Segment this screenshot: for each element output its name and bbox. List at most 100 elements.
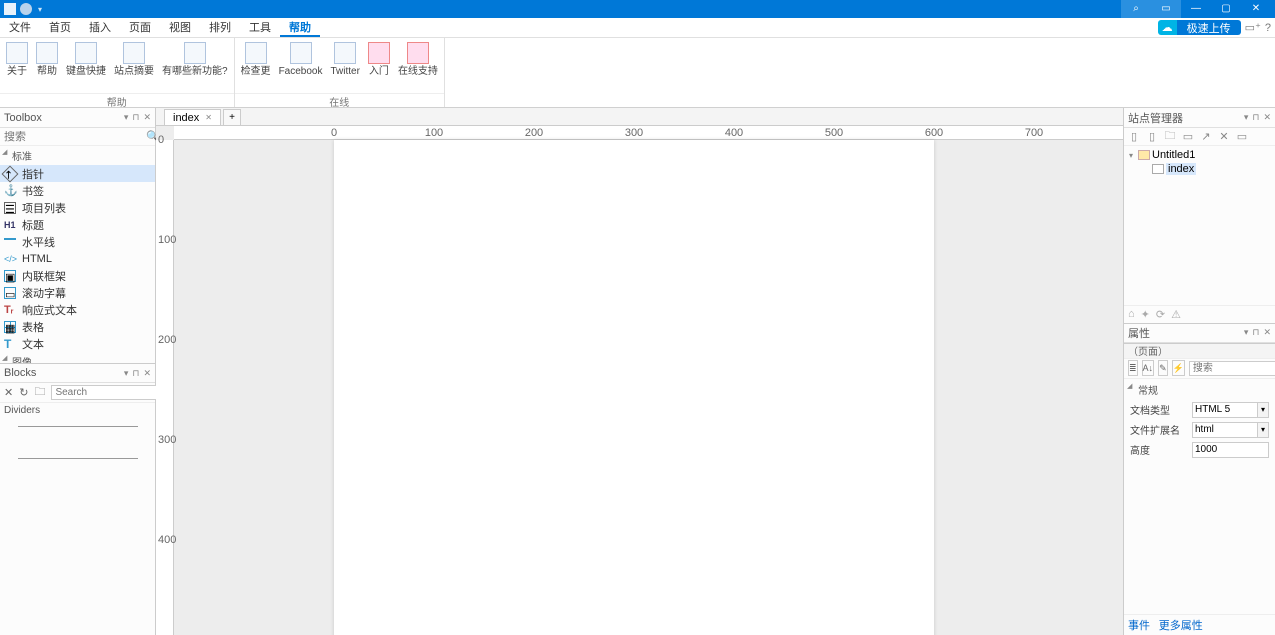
menu-item-插入[interactable]: 插入 [80,18,120,37]
toolbox-item-表格[interactable]: ▦表格 [0,318,155,335]
properties-link-more[interactable]: 更多属性 [1159,620,1203,632]
toolbox-item-响应式文本[interactable]: Tᵣ响应式文本 [0,301,155,318]
menu-item-帮助[interactable]: 帮助 [280,18,320,37]
tab-index[interactable]: index ✕ [164,109,221,125]
property-input[interactable] [1192,422,1257,438]
sitemanager-bottom-icon[interactable]: ⌂ [1128,308,1135,320]
properties-pin-icon[interactable]: ⊓ [1252,327,1259,338]
sitemanager-tool-icon[interactable]: ✕ [1217,130,1231,143]
sitemanager-tool-icon[interactable]: ▭ [1181,130,1195,143]
toolbox-item-标题[interactable]: H1标题 [0,216,155,233]
blocks-close-icon[interactable]: ✕ [143,368,151,379]
upload-button[interactable]: 极速上传 [1177,20,1241,35]
titlebar-search-button[interactable]: ⌕ [1121,0,1151,18]
properties-link-events[interactable]: 事件 [1128,620,1150,632]
ribbon-button-入门[interactable]: 入门 [364,40,394,93]
toolbox-item-书签[interactable]: ⚓书签 [0,182,155,199]
tab-close-icon[interactable]: ✕ [205,113,212,122]
properties-close-icon[interactable]: ✕ [1263,327,1271,338]
blocks-tool-icon[interactable]: 🗀 [34,383,45,402]
toolbox-item-文本[interactable]: T文本 [0,335,155,352]
window-maximize[interactable]: ▢ [1211,0,1241,18]
menu-end-icon[interactable]: ? [1265,22,1271,34]
page-surface[interactable] [334,140,934,635]
properties-tool-icon[interactable]: ✎ [1158,360,1168,376]
property-label: 文件扩展名 [1130,422,1188,437]
toolbox-item-label: 表格 [22,319,44,335]
sitemanager-tool-icon[interactable]: ▯ [1127,130,1141,143]
window-minimize[interactable]: — [1181,0,1211,18]
ribbon-button-站点摘要[interactable]: 站点摘要 [110,40,158,93]
sitemanager-close-icon[interactable]: ✕ [1263,112,1271,123]
toolbox-item-HTML[interactable]: </>HTML [0,250,155,267]
ribbon-button-Facebook[interactable]: Facebook [275,40,327,93]
ribbon-button-检查更[interactable]: 检查更 [237,40,275,93]
tree-item-index[interactable]: index [1126,162,1273,176]
sitemanager-dropdown-icon[interactable]: ▾ [1244,112,1249,123]
tab-add[interactable]: + [223,109,241,125]
blocks-dropdown-icon[interactable]: ▾ [124,368,129,379]
toolbox-item-内联框架[interactable]: ▣内联框架 [0,267,155,284]
properties-tool-icon[interactable]: ⚡ [1172,360,1185,376]
sitemanager-bottom-icon[interactable]: ⟳ [1156,308,1165,321]
toolbox-pin-icon[interactable]: ⊓ [132,112,139,123]
dropdown-icon[interactable]: ▾ [1257,402,1269,418]
window-close[interactable]: ✕ [1241,0,1271,18]
toolbox-item-label: 内联框架 [22,268,66,284]
menu-item-排列[interactable]: 排列 [200,18,240,37]
blocks-pin-icon[interactable]: ⊓ [132,368,139,379]
toolbox-item-滚动字幕[interactable]: ▭滚动字幕 [0,284,155,301]
ribbon-button-Twitter[interactable]: Twitter [326,40,363,93]
toolbox-item-项目列表[interactable]: ☰项目列表 [0,199,155,216]
menu-item-页面[interactable]: 页面 [120,18,160,37]
toolbox-search-input[interactable] [4,131,146,143]
qat-dropdown[interactable]: ▾ [38,5,42,14]
toolbox-item-水平线[interactable]: 水平线 [0,233,155,250]
toolbox-item-指针[interactable]: ↖指针 [0,165,155,182]
ribbon-button-有哪些新功能?[interactable]: 有哪些新功能? [158,40,232,93]
menu-item-视图[interactable]: 视图 [160,18,200,37]
ribbon-label: Facebook [279,66,323,77]
cloud-button[interactable]: ☁ [1158,20,1177,35]
sitemanager-tool-icon[interactable]: ▯ [1145,130,1159,143]
block-preview-divider[interactable] [18,458,138,459]
blocks-tool-icon[interactable]: ✕ [4,386,13,399]
sitemanager-tool-icon[interactable]: ↗ [1199,130,1213,143]
ribbon-button-键盘快捷[interactable]: 键盘快捷 [62,40,110,93]
properties-dropdown-icon[interactable]: ▾ [1244,327,1249,338]
menu-item-首页[interactable]: 首页 [40,18,80,37]
sitemanager-toolbar: ▯ ▯ 🗀 ▭ ↗ ✕ ▭ [1124,128,1275,146]
menu-end-icon[interactable]: ▭⁺ [1245,21,1261,34]
titlebar-panel-button[interactable]: ▭ [1151,0,1181,18]
ribbon-button-帮助[interactable]: 帮助 [32,40,62,93]
properties-footer: 事件 更多属性 [1124,614,1275,635]
dropdown-icon[interactable]: ▾ [1257,422,1269,438]
tree-root[interactable]: ▾ Untitled1 [1126,148,1273,162]
toolbox-section-标准[interactable]: 标准 [0,146,155,165]
properties-tool-icon[interactable]: A↓ [1142,360,1155,376]
ribbon-group-name: 帮助 [0,93,234,107]
sitemanager-bottom-icon[interactable]: ✦ [1141,308,1150,321]
toolbox-dropdown-icon[interactable]: ▾ [124,112,129,123]
sitemanager-tool-icon[interactable]: 🗀 [1163,127,1177,146]
menu-item-文件[interactable]: 文件 [0,18,40,37]
properties-section[interactable]: 常规 [1124,379,1275,400]
ribbon-button-关于[interactable]: 关于 [2,40,32,93]
property-input[interactable] [1192,442,1269,458]
qat-icon[interactable] [20,3,32,15]
sitemanager-tool-icon[interactable]: ▭ [1235,130,1249,143]
ribbon-icon [123,42,145,64]
property-row-高度: 高度 [1124,440,1275,460]
blocks-tool-icon[interactable]: ↻ [19,386,28,399]
properties-search-input[interactable] [1189,361,1275,376]
block-preview-divider[interactable] [18,426,138,450]
canvas[interactable]: 0100200300400500600700800900 01002003004… [156,126,1123,635]
toolbox-close-icon[interactable]: ✕ [143,112,151,123]
sitemanager-bottom-icon[interactable]: ⚠ [1171,308,1181,321]
sitemanager-pin-icon[interactable]: ⊓ [1252,112,1259,123]
menu-item-工具[interactable]: 工具 [240,18,280,37]
properties-tool-icon[interactable]: ≣ [1128,360,1138,376]
property-input[interactable] [1192,402,1257,418]
toolbox-section-图像[interactable]: 图像 [0,352,155,363]
ribbon-button-在线支持[interactable]: 在线支持 [394,40,442,93]
